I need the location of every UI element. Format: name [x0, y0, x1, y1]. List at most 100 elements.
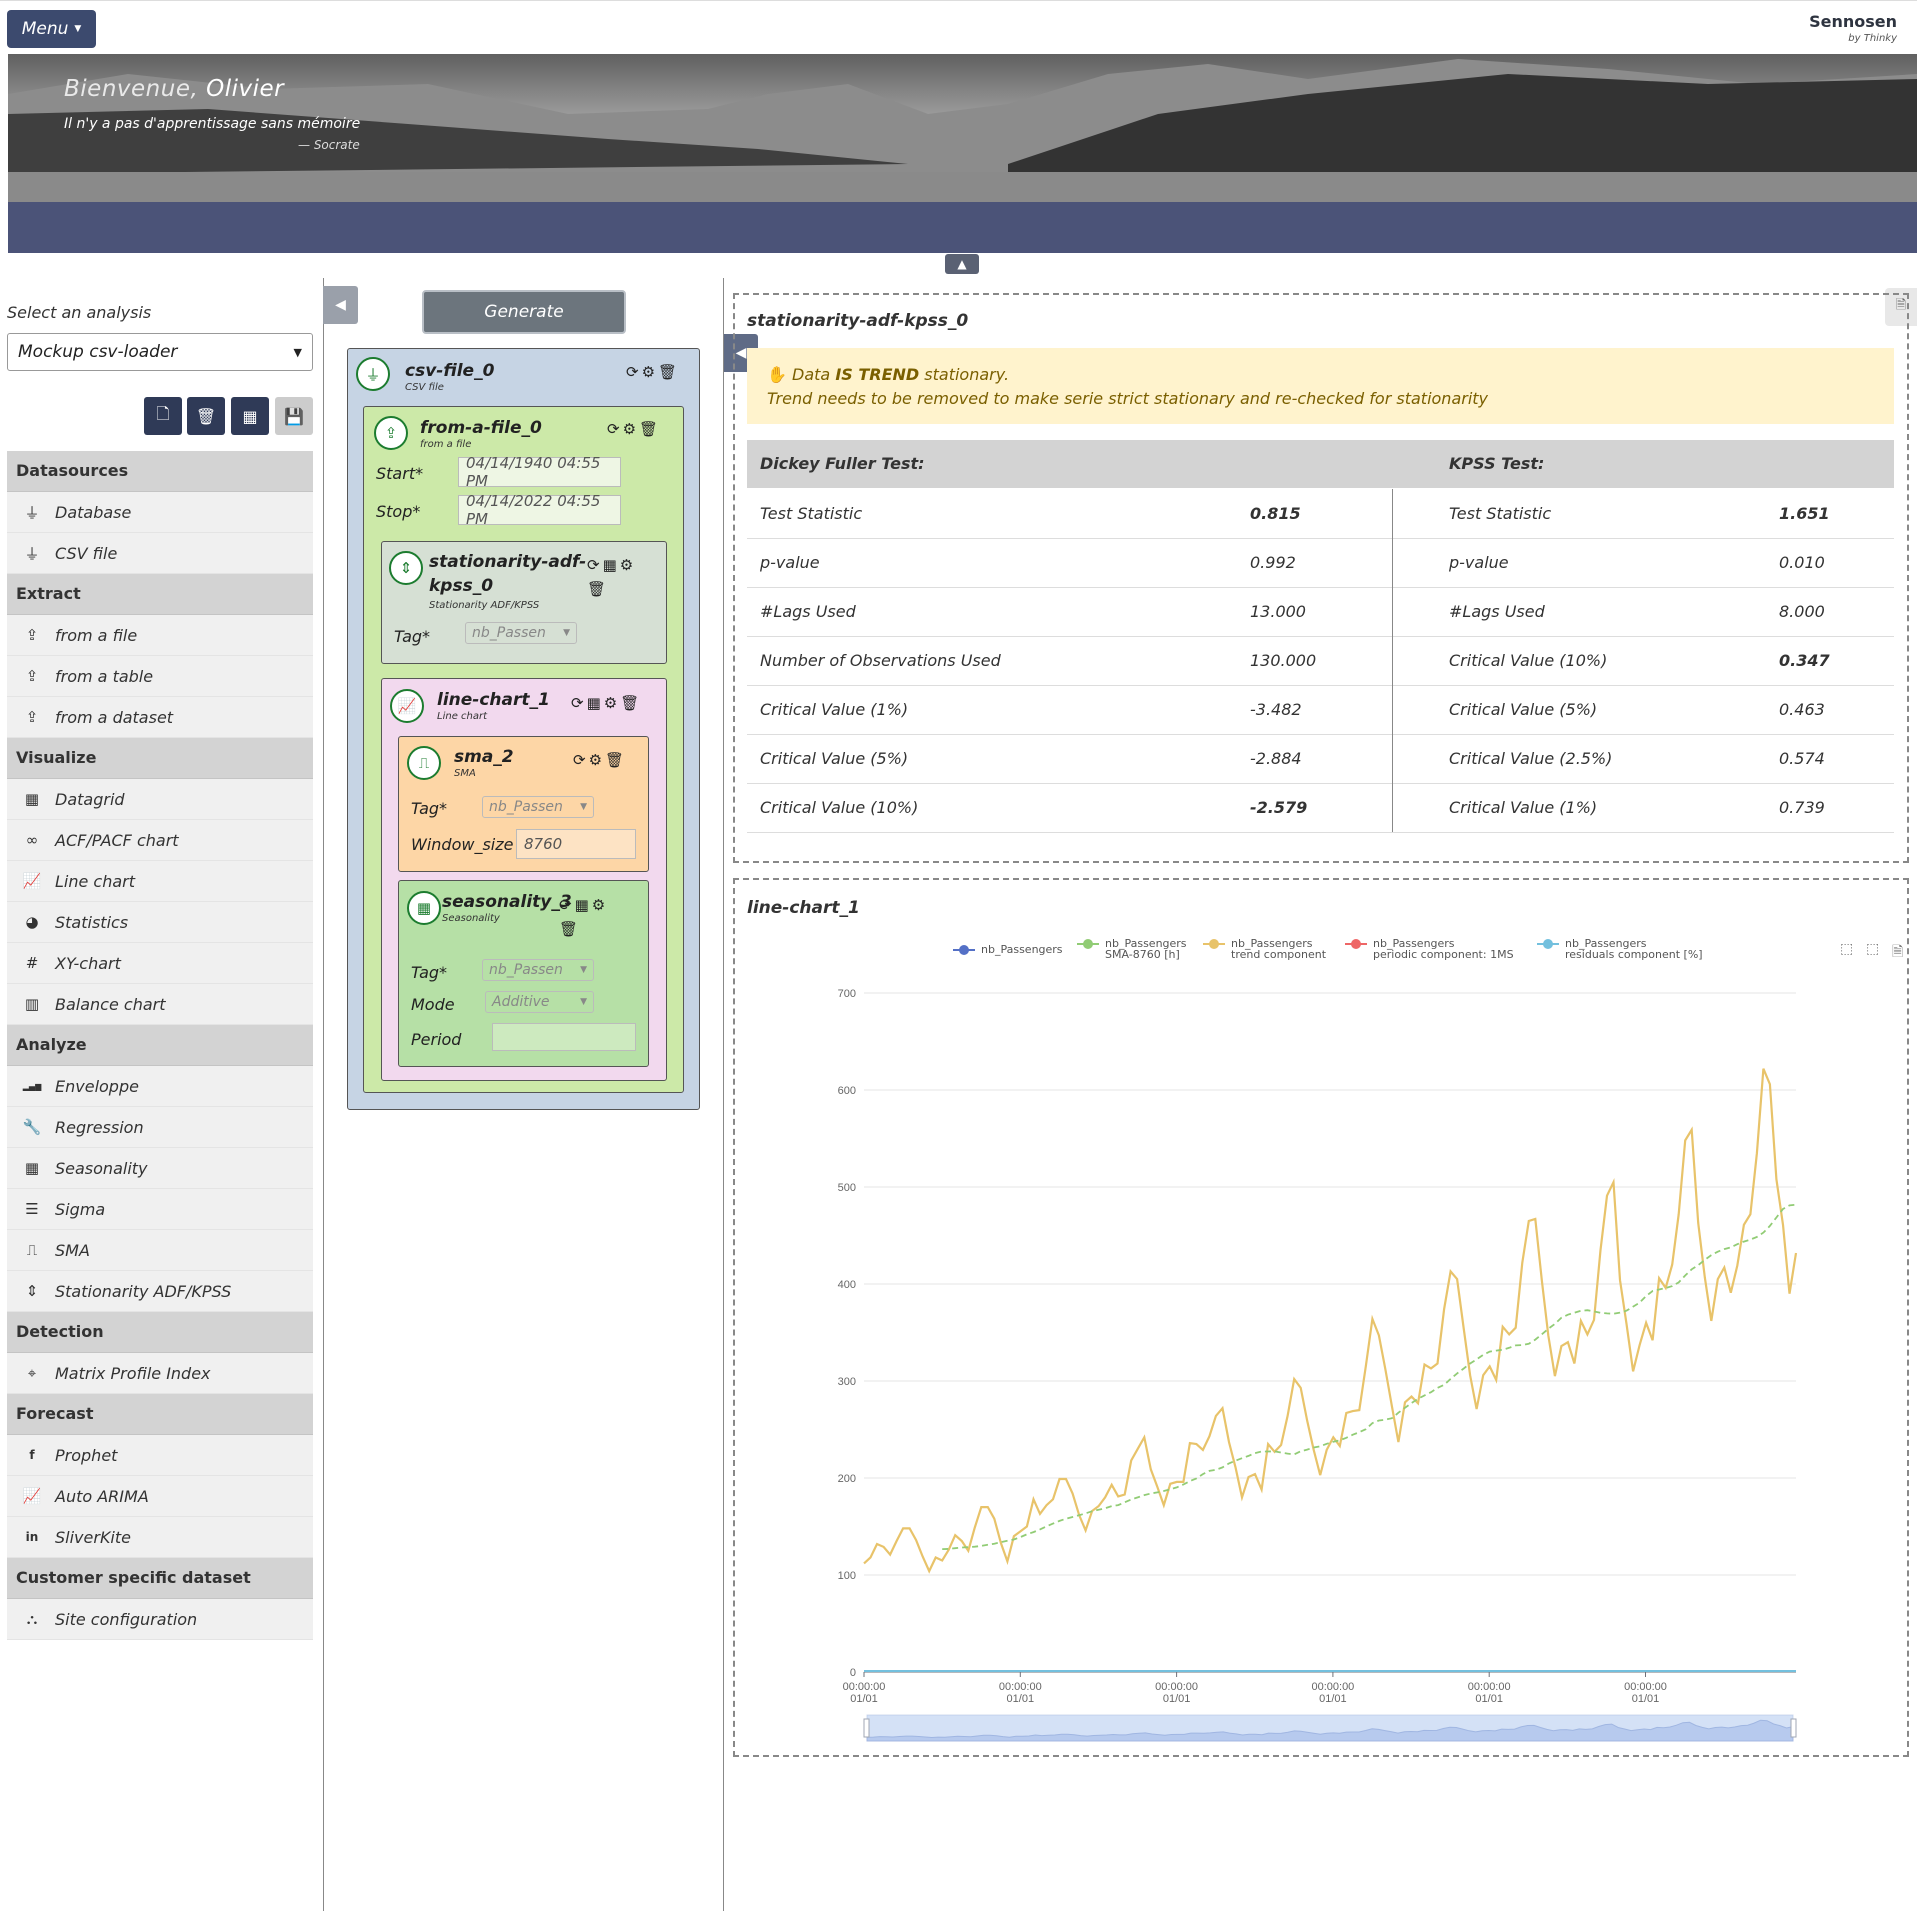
trash-icon[interactable]: 🗑: [587, 580, 609, 598]
gear-icon[interactable]: ⚙: [620, 556, 636, 574]
kpss-label: Critical Value (5%): [1449, 700, 1598, 719]
kpss-label: Critical Value (1%): [1449, 798, 1598, 817]
legend-sublabel: SMA-8760 [h]: [1105, 948, 1180, 961]
sidebar-item-from-a-table[interactable]: ⇪ from a table: [7, 656, 313, 697]
sidebar-item-statistics[interactable]: ◕ Statistics: [7, 902, 313, 943]
sidebar-item-enveloppe[interactable]: ▂▄▆ Enveloppe: [7, 1066, 313, 1107]
adf-value: -2.884: [1250, 749, 1302, 768]
adf-label: Number of Observations Used: [760, 651, 1001, 670]
sidebar-item-prophet[interactable]: f Prophet: [7, 1435, 313, 1476]
trash-icon[interactable]: 🗑: [639, 420, 661, 438]
sidebar-item-acf-pacf-chart[interactable]: ∞ ACF/PACF chart: [7, 820, 313, 861]
refresh-icon[interactable]: ⟳: [626, 363, 642, 381]
sidebar-item-label: Seasonality: [55, 1158, 148, 1178]
sidebar-item-xy-chart[interactable]: # XY-chart: [7, 943, 313, 984]
sidebar-item-from-a-dataset[interactable]: ⇪ from a dataset: [7, 697, 313, 738]
gear-icon[interactable]: ⚙: [604, 694, 620, 712]
seasonality-block[interactable]: ▦ seasonality_3 Seasonality ⟳▦⚙ 🗑 Tag* n…: [398, 880, 649, 1067]
gear-icon[interactable]: ⚙: [589, 751, 605, 769]
mode-label: Mode: [411, 995, 455, 1014]
sidebar-item-datagrid[interactable]: ▦ Datagrid: [7, 779, 313, 820]
refresh-icon[interactable]: ⟳: [587, 556, 603, 574]
sidebar-item-sigma[interactable]: ☰ Sigma: [7, 1189, 313, 1230]
gear-icon[interactable]: ⚙: [642, 363, 658, 381]
new-analysis-button[interactable]: 🗋: [144, 397, 182, 435]
tag-select[interactable]: nb_Passen ▼: [482, 796, 594, 818]
refresh-icon[interactable]: ⟳: [559, 896, 575, 914]
sidebar-section-title: Analyze: [7, 1025, 313, 1066]
window-size-input[interactable]: 8760: [516, 829, 636, 859]
legend-item[interactable]: nb_Passengers periodic component: 1MS: [1345, 938, 1514, 960]
sidebar-item-label: ACF/PACF chart: [55, 830, 179, 850]
sidebar-item-site-configuration[interactable]: ⛬ Site configuration: [7, 1599, 313, 1640]
mode-select[interactable]: Additive ▼: [485, 991, 594, 1013]
start-date-input[interactable]: 04/14/1940 04:55 PM: [458, 454, 621, 490]
menu-button[interactable]: Menu ▼: [7, 10, 96, 48]
trash-icon[interactable]: 🗑: [605, 751, 627, 769]
refresh-icon[interactable]: ⟳: [573, 751, 589, 769]
refresh-icon[interactable]: ⟳: [571, 694, 587, 712]
y-tick-label: 100: [838, 1570, 856, 1582]
table-icon[interactable]: ▦: [587, 694, 604, 712]
sidebar-item-sma[interactable]: ⎍ SMA: [7, 1230, 313, 1271]
legend-item[interactable]: nb_Passengers: [953, 944, 1063, 955]
sidebar-item-auto-arima[interactable]: 📈 Auto ARIMA: [7, 1476, 313, 1517]
schedule-analysis-button[interactable]: ▦: [231, 397, 269, 435]
sidebar-item-sliverkite[interactable]: in SliverKite: [7, 1517, 313, 1558]
sidebar-item-csv-file[interactable]: ⏚ CSV file: [7, 533, 313, 574]
alert-line-2: Trend needs to be removed to make serie …: [767, 389, 1489, 408]
refresh-icon[interactable]: ⟳: [607, 420, 623, 438]
legend-item[interactable]: nb_Passengers SMA-8760 [h]: [1077, 938, 1187, 960]
welcome-text: Bienvenue, Olivier: [64, 76, 284, 102]
sma-block[interactable]: ⎍ sma_2 SMA ⟳⚙🗑 Tag* nb_Passen ▼ Window_s…: [398, 736, 649, 872]
zoom-slider-handle-left: [863, 1718, 870, 1738]
stop-date-input[interactable]: 04/14/2022 04:55 PM: [458, 492, 621, 528]
csv-file-block[interactable]: ⏚ csv-file_0 CSV file ⟳⚙🗑 ⇪ from-a-file_…: [347, 348, 700, 1110]
table-icon[interactable]: ▦: [575, 896, 592, 914]
legend-item[interactable]: nb_Passengers residuals component [%]: [1537, 938, 1703, 960]
trash-icon[interactable]: 🗑: [658, 363, 680, 381]
panel-title: line-chart_1: [747, 898, 860, 918]
sidebar-item-matrix-profile-index[interactable]: ⌖ Matrix Profile Index: [7, 1353, 313, 1394]
sidebar-item-seasonality[interactable]: ▦ Seasonality: [7, 1148, 313, 1189]
calendar-icon: ▦: [242, 406, 258, 426]
save-analysis-button[interactable]: 💾: [275, 397, 313, 435]
pane-divider-right[interactable]: [723, 278, 724, 1911]
tag-select-value: nb_Passen: [489, 799, 563, 815]
sidebar-item-database[interactable]: ⏚ Database: [7, 492, 313, 533]
from-a-file-block[interactable]: ⇪ from-a-file_0 from a file ⟳⚙🗑 Start* 0…: [363, 406, 684, 1093]
gear-icon[interactable]: ⚙: [592, 896, 608, 914]
sidebar-item-line-chart[interactable]: 📈 Line chart: [7, 861, 313, 902]
legend-sublabel: residuals component [%]: [1565, 948, 1703, 961]
sidebar-item-from-a-file[interactable]: ⇪ from a file: [7, 615, 313, 656]
adf-value: 0.815: [1250, 504, 1301, 523]
stationarity-block[interactable]: ⇕ stationarity-adf- kpss_0 Stationarity …: [381, 541, 667, 664]
tag-select[interactable]: nb_Passen ▼: [482, 959, 594, 981]
trash-icon[interactable]: 🗑: [620, 694, 642, 712]
generate-button[interactable]: Generate: [422, 290, 626, 334]
tag-select[interactable]: nb_Passen ▼: [465, 622, 577, 644]
adf-value: 130.000: [1250, 651, 1317, 670]
analysis-select[interactable]: Mockup csv-loader ▼: [7, 333, 313, 371]
tag-label: Tag*: [394, 627, 431, 646]
caret-down-icon: ▼: [74, 24, 82, 34]
zoom-icon[interactable]: ⬚: [1840, 941, 1853, 957]
sidebar-item-stationarity-adf-kpss[interactable]: ⇕ Stationarity ADF/KPSS: [7, 1271, 313, 1312]
tag-select-value: nb_Passen: [472, 625, 546, 641]
adf-label: Critical Value (5%): [760, 749, 909, 768]
collapse-banner-button[interactable]: ▲: [945, 254, 979, 274]
gear-icon[interactable]: ⚙: [623, 420, 639, 438]
sidebar-item-label: Line chart: [55, 871, 136, 891]
sidebar-item-balance-chart[interactable]: ▥ Balance chart: [7, 984, 313, 1025]
trash-icon[interactable]: 🗑: [559, 920, 581, 938]
delete-analysis-button[interactable]: 🗑: [187, 397, 225, 435]
alert-line-1: ✋ Data IS TREND stationary.: [767, 363, 1874, 387]
collapse-toolbox-button[interactable]: ◀: [323, 286, 358, 324]
period-input[interactable]: [492, 1023, 636, 1051]
line-chart-block[interactable]: 📈 line-chart_1 Line chart ⟳▦⚙🗑 ⎍ sma_2 S…: [381, 678, 667, 1081]
table-icon[interactable]: ▦: [603, 556, 620, 574]
pane-divider-left[interactable]: [323, 278, 324, 1911]
legend-item[interactable]: nb_Passengers trend component: [1203, 938, 1326, 960]
zoom-reset-icon[interactable]: ⬚: [1866, 941, 1879, 957]
sidebar-item-regression[interactable]: 🔧 Regression: [7, 1107, 313, 1148]
